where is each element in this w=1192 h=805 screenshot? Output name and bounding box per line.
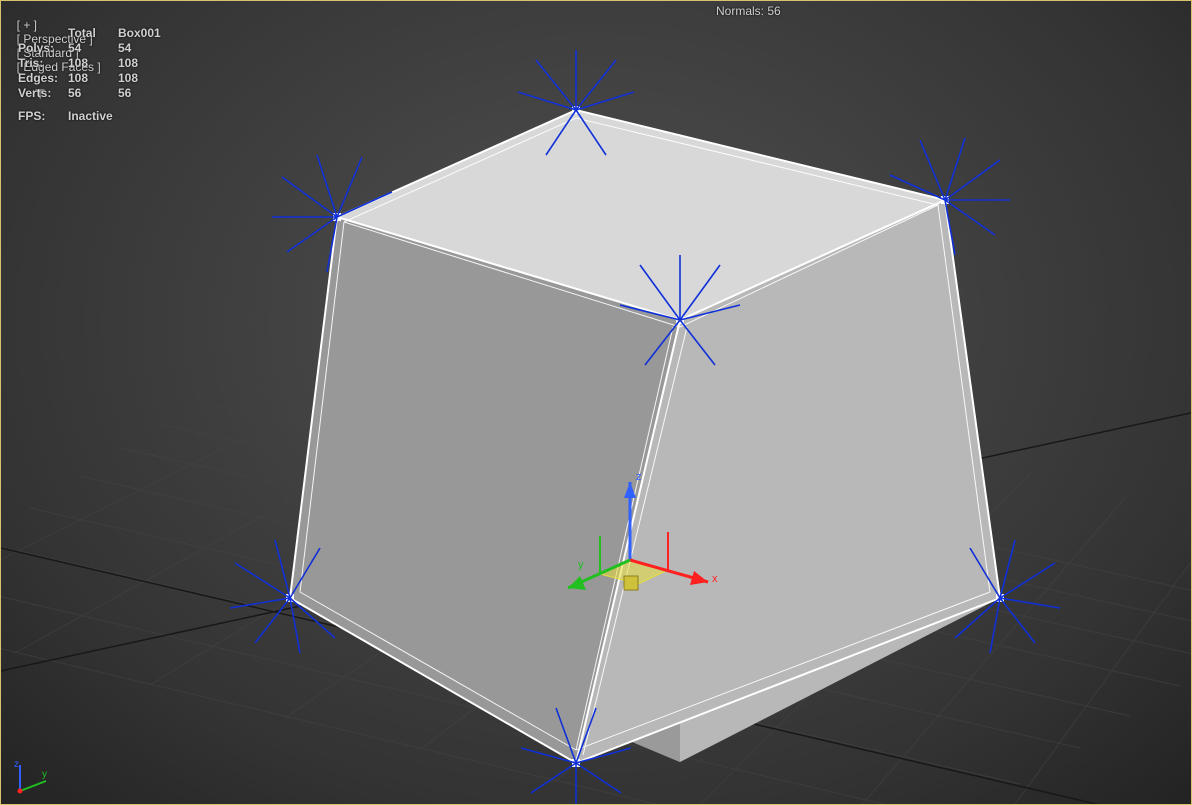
gizmo-z-label: z [636,471,642,483]
gizmo-x-label: x [712,573,718,585]
svg-text:z: z [14,759,19,770]
viewport-scene[interactable]: z x y [0,0,1192,805]
stats-header-total: Total [68,26,118,41]
world-axis-indicator: y z [12,759,52,799]
fps-value: Inactive [68,109,168,124]
gizmo-y-label: y [578,559,584,571]
gizmo-origin-cube[interactable] [624,576,638,590]
fps-label: FPS: [18,109,68,124]
scene-stats: Total Box001 Polys:5454 Tris:108108 Edge… [18,26,168,124]
stats-header-object: Box001 [118,26,168,41]
stats-header-blank [18,26,68,41]
svg-text:y: y [42,769,47,780]
normals-count-label: Normals: 56 [716,4,781,18]
